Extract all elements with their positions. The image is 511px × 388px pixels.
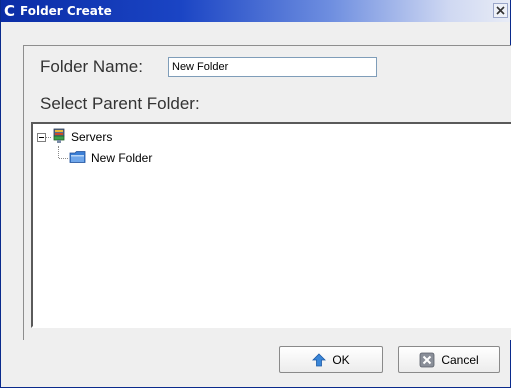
tree-connector	[59, 158, 68, 160]
close-button[interactable]	[493, 3, 508, 18]
select-parent-label: Select Parent Folder:	[40, 94, 200, 113]
cancel-x-icon	[419, 352, 435, 368]
cancel-label: Cancel	[441, 352, 479, 367]
parent-folder-tree[interactable]: Servers New Folder	[31, 122, 511, 328]
tree-node-label: Servers	[71, 130, 113, 144]
tree-connector	[58, 146, 60, 158]
window-title: Folder Create	[20, 4, 112, 18]
folder-create-dialog: C Folder Create Folder Name: Select Pare…	[0, 0, 511, 388]
ok-button[interactable]: OK	[279, 346, 383, 373]
title-bar[interactable]: C Folder Create	[1, 0, 510, 22]
folder-name-label: Folder Name:	[40, 57, 143, 76]
folder-name-input[interactable]	[168, 57, 377, 77]
folder-icon	[69, 149, 87, 168]
cancel-button[interactable]: Cancel	[398, 346, 500, 373]
servers-icon	[51, 128, 67, 147]
tree-node-new-folder[interactable]: New Folder	[69, 150, 152, 166]
collapse-toggle[interactable]	[37, 133, 46, 142]
tree-node-servers[interactable]: Servers	[51, 128, 113, 147]
ok-label: OK	[332, 352, 350, 367]
arrow-up-icon	[312, 352, 327, 367]
close-icon	[493, 3, 508, 18]
tree-node-label: New Folder	[91, 151, 153, 165]
app-logo-icon: C	[4, 2, 16, 20]
